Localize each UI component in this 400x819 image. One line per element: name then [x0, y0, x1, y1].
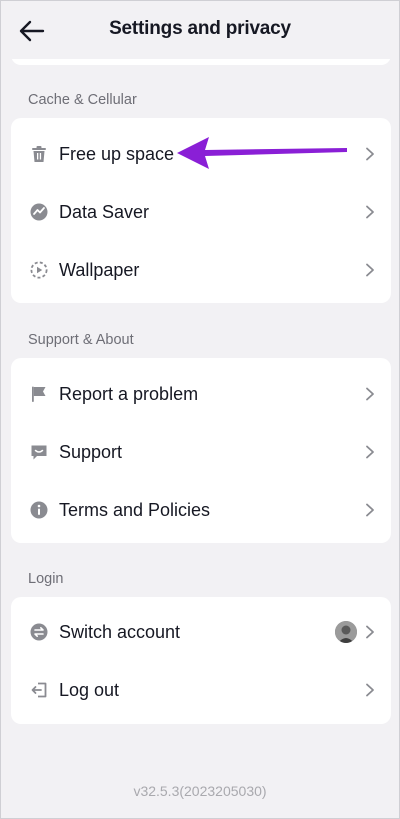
chevron-right-icon: [366, 503, 374, 517]
avatar: [335, 621, 357, 643]
settings-item-label: Support: [59, 441, 123, 462]
chevron-right-icon: [366, 683, 374, 697]
app-version: v32.5.3(2023205030): [133, 783, 267, 799]
settings-item-data-saver[interactable]: Data Saver: [11, 183, 391, 241]
chat-icon: [29, 442, 49, 462]
switch-account-icon: [29, 622, 49, 642]
wallpaper-icon: [29, 260, 49, 280]
flag-icon: [29, 384, 49, 404]
settings-item-wallpaper[interactable]: Wallpaper: [11, 241, 391, 299]
card-login: Switch account Log out: [11, 597, 391, 724]
settings-item-label: Log out: [59, 679, 120, 700]
info-icon: [29, 500, 49, 520]
settings-item-label: Free up space: [59, 143, 175, 164]
settings-item-report-a-problem[interactable]: Report a problem: [11, 365, 391, 423]
page-title: Settings and privacy: [109, 18, 291, 39]
settings-item-terms-and-policies[interactable]: Terms and Policies: [11, 481, 391, 539]
top-bar: Settings and privacy: [1, 1, 399, 59]
annotation-arrow: [177, 137, 347, 169]
settings-item-log-out[interactable]: Log out: [11, 661, 391, 719]
chevron-right-icon: [366, 625, 374, 639]
settings-item-switch-account[interactable]: Switch account: [11, 603, 391, 661]
chevron-right-icon: [366, 147, 374, 161]
data-saver-icon: [29, 202, 49, 222]
settings-item-label: Switch account: [59, 621, 181, 642]
chevron-right-icon: [366, 263, 374, 277]
section-label-support-about: Support & About: [28, 332, 134, 348]
settings-item-support[interactable]: Support: [11, 423, 391, 481]
settings-item-label: Report a problem: [59, 383, 199, 404]
trash-icon: [29, 144, 49, 164]
card-support-about: Report a problem Support Terms and Polic…: [11, 358, 391, 543]
section-label-login: Login: [28, 571, 64, 587]
settings-item-label: Terms and Policies: [59, 499, 211, 520]
chevron-right-icon: [366, 205, 374, 219]
section-label-cache-cellular: Cache & Cellular: [28, 92, 137, 108]
chevron-right-icon: [366, 387, 374, 401]
settings-item-label: Data Saver: [59, 201, 150, 222]
logout-icon: [29, 680, 49, 700]
chevron-right-icon: [366, 445, 374, 459]
settings-item-label: Wallpaper: [59, 259, 140, 280]
